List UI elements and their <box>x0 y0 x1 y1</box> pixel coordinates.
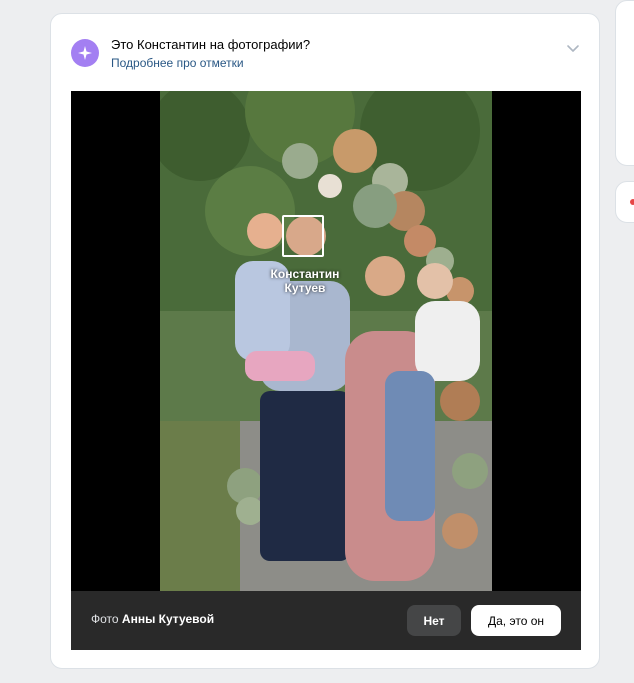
confirm-tag-button[interactable]: Да, это он <box>471 605 561 636</box>
more-about-tags-link[interactable]: Подробнее про отметки <box>111 56 244 70</box>
family-photo <box>160 91 492 591</box>
photo-viewer[interactable]: Константин Кутуев <box>71 91 581 591</box>
tag-confirmation-card: Это Константин на фотографии? Подробнее … <box>50 13 600 669</box>
face-tag-frame[interactable] <box>282 215 324 257</box>
confirmation-bar: Фото Анны Кутуевой Нет Да, это он <box>71 591 581 650</box>
notification-dot <box>630 199 634 205</box>
photo-credit: Фото Анны Кутуевой <box>91 612 214 626</box>
sparkle-icon <box>71 39 99 67</box>
reject-tag-button[interactable]: Нет <box>407 605 461 636</box>
face-tag-name: Константин Кутуев <box>270 267 340 295</box>
prompt-title: Это Константин на фотографии? <box>111 37 311 52</box>
chevron-down-icon[interactable] <box>565 40 581 56</box>
side-card <box>615 0 634 166</box>
photo-credit-prefix: Фото <box>91 612 119 626</box>
photo-credit-author: Анны Кутуевой <box>121 612 215 626</box>
